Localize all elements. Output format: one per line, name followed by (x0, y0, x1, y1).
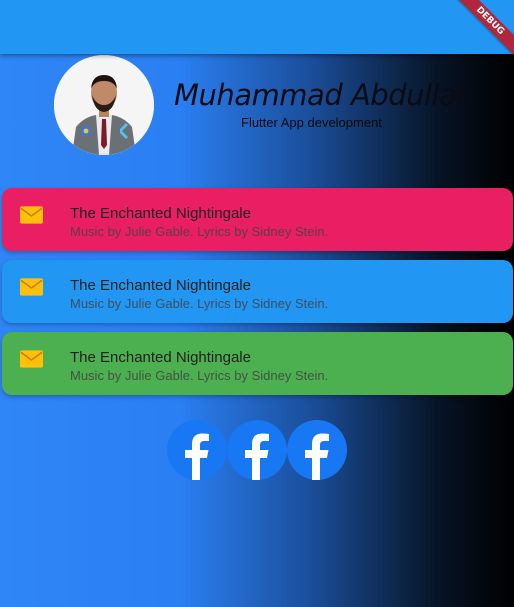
card-title: The Enchanted Nightingale (70, 349, 251, 366)
list-item-card[interactable]: The Enchanted Nightingale Music by Julie… (2, 260, 513, 323)
facebook-icon[interactable] (167, 420, 227, 480)
profile-subtitle: Flutter App development (241, 115, 382, 130)
app-bar (0, 0, 514, 54)
profile-avatar (54, 55, 154, 155)
mail-icon (20, 278, 43, 296)
card-subtitle: Music by Julie Gable. Lyrics by Sidney S… (70, 296, 329, 311)
list-item-card[interactable]: The Enchanted Nightingale Music by Julie… (2, 332, 513, 395)
card-title: The Enchanted Nightingale (70, 205, 251, 222)
facebook-icon[interactable] (287, 420, 347, 480)
list-item-card[interactable]: The Enchanted Nightingale Music by Julie… (2, 188, 513, 251)
mail-icon (20, 350, 43, 368)
profile-photo (54, 55, 154, 155)
card-subtitle: Music by Julie Gable. Lyrics by Sidney S… (70, 224, 329, 239)
card-subtitle: Music by Julie Gable. Lyrics by Sidney S… (70, 368, 329, 383)
debug-banner: DEBUG (454, 0, 514, 60)
profile-name: Muhammad Abdullah (174, 78, 475, 112)
debug-banner-label: DEBUG (454, 0, 514, 59)
facebook-icon[interactable] (227, 420, 287, 480)
card-title: The Enchanted Nightingale (70, 277, 251, 294)
mail-icon (20, 206, 43, 224)
